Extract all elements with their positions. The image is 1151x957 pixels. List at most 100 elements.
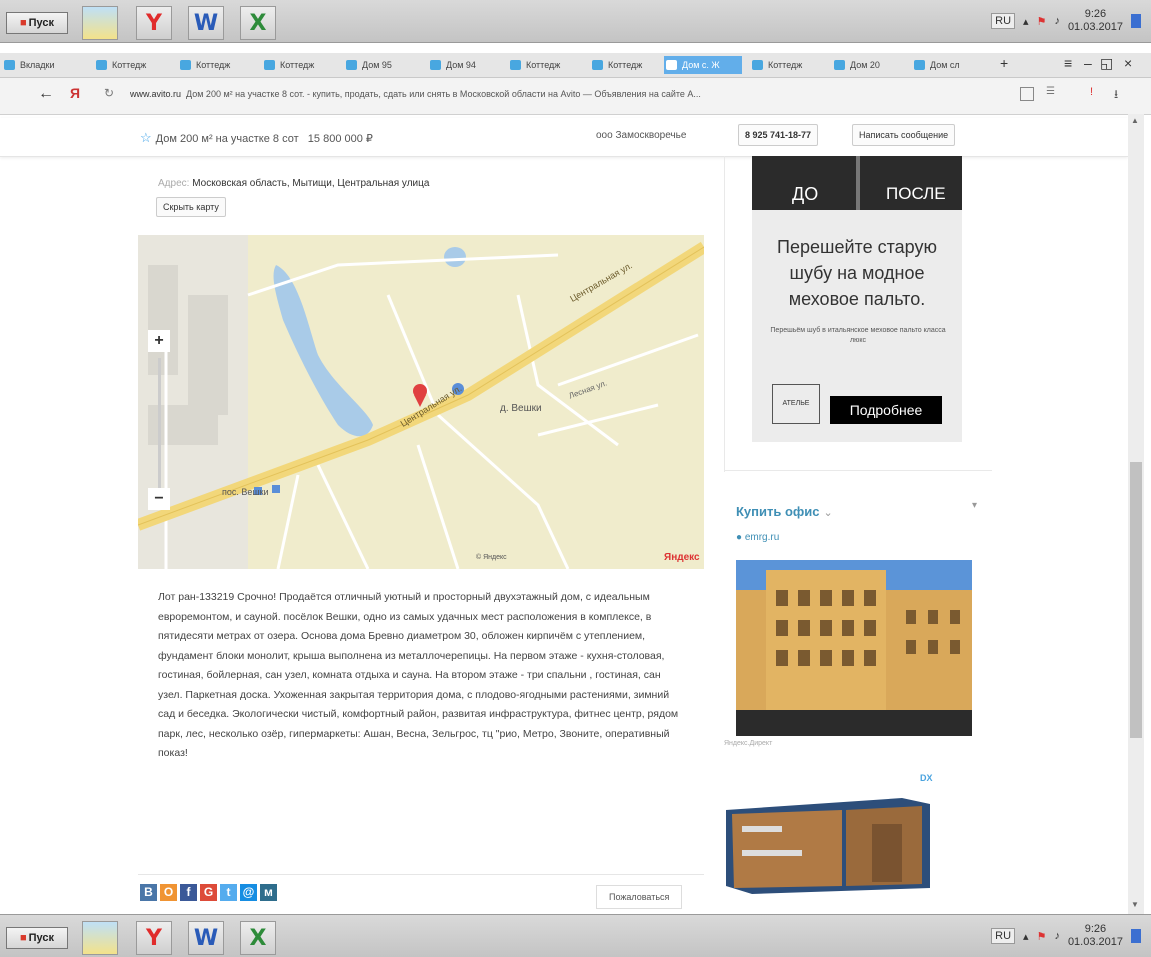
map-zoom-control: + − — [148, 330, 172, 516]
url-field[interactable]: www.avito.ru Дом 200 м² на участке 8 сот… — [130, 89, 701, 99]
fur-coat-ad[interactable]: ДО ПОСЛЕ Перешейте старую шубу на модное… — [752, 156, 962, 442]
tab-4[interactable]: Дом 95 — [344, 56, 422, 74]
container-cabin-ad[interactable] — [722, 790, 934, 894]
reader-mode-icon[interactable] — [1020, 87, 1034, 101]
tab-5[interactable]: Дом 94 — [428, 56, 506, 74]
download-icon[interactable]: ⭳ — [1114, 85, 1118, 106]
globe-icon: ● — [736, 532, 743, 543]
tab-3[interactable]: Коттедж — [262, 56, 340, 74]
taskbar-bottom: ■ Пуск Y W X RU ▴ ⚑ ♪ 9:26 01.03.2017 — [0, 914, 1151, 957]
map-village-label: пос. Вешки — [222, 487, 269, 497]
complain-button[interactable]: Пожаловаться — [596, 885, 683, 909]
map-canvas — [138, 235, 704, 569]
clock[interactable]: 9:26 01.03.2017 — [1068, 923, 1123, 949]
network-icon[interactable]: ⚑ — [1037, 15, 1047, 28]
yandex-browser-icon[interactable]: Y — [136, 921, 172, 955]
language-indicator[interactable]: RU — [991, 13, 1016, 29]
ad-source-link[interactable]: ● emrg.ru — [736, 532, 779, 543]
tab-11[interactable]: Дом сл — [912, 56, 990, 74]
windows-flag-icon: ■ — [19, 932, 27, 944]
ad-small-text: Перешьём шуб в итальянское меховое пальт… — [770, 327, 946, 344]
chevron-up-icon[interactable]: ▴ — [1023, 15, 1029, 28]
tab-10[interactable]: Дом 20 — [832, 56, 910, 74]
tab-icon — [914, 60, 925, 70]
zoom-out-button[interactable]: − — [148, 488, 170, 510]
speaker-icon[interactable]: ♪ — [1054, 15, 1060, 27]
word-icon[interactable]: W — [188, 6, 224, 40]
star-icon[interactable]: ☆ — [140, 130, 152, 145]
language-indicator[interactable]: RU — [991, 928, 1016, 944]
tab-6[interactable]: Коттедж — [508, 56, 586, 74]
container-cabin-drawing — [726, 798, 930, 894]
tab-icon — [96, 60, 107, 70]
close-icon[interactable]: × — [1124, 55, 1132, 71]
scroll-down-icon[interactable]: ▼ — [1131, 900, 1139, 909]
tab-icon — [4, 60, 15, 70]
reload-icon[interactable]: ↻ — [104, 86, 114, 100]
yandex-browser-icon[interactable]: Y — [136, 6, 172, 40]
zoom-slider[interactable] — [158, 358, 161, 488]
tab-icon — [666, 60, 677, 70]
ad-before-label: ДО — [792, 184, 819, 204]
tab-icon — [752, 60, 763, 70]
listing-title: ☆ Дом 200 м² на участке 8 сот 15 800 000 … — [140, 130, 373, 145]
ad-close-icon[interactable]: ▾ — [972, 500, 977, 511]
tab-8-active[interactable]: Дом с. Ж — [664, 56, 742, 74]
tab-icon — [834, 60, 845, 70]
vk-share-icon[interactable]: В — [140, 884, 157, 901]
excel-icon[interactable]: X — [240, 6, 276, 40]
seller-name[interactable]: ооо Замоскворечье — [596, 130, 686, 141]
clock[interactable]: 9:26 01.03.2017 — [1068, 8, 1123, 34]
scrollbar-thumb[interactable] — [1130, 462, 1142, 738]
tab-9[interactable]: Коттедж — [750, 56, 828, 74]
extension-icon[interactable]: ! — [1090, 86, 1093, 98]
system-tray: RU ▴ ⚑ ♪ 9:26 01.03.2017 — [991, 921, 1141, 951]
back-icon[interactable]: ← — [38, 85, 54, 103]
ad-headline: Перешейте старую шубу на модное меховое … — [777, 237, 937, 309]
taskbar-top: ■ Пуск Y W X RU ▴ ⚑ ♪ 9:26 01.03.2017 — [0, 0, 1151, 43]
notification-icon[interactable] — [1131, 929, 1141, 943]
office-building-image[interactable] — [736, 560, 972, 736]
scroll-up-icon[interactable]: ▲ — [1131, 116, 1139, 125]
minimize-icon[interactable]: – — [1084, 55, 1092, 71]
notification-icon[interactable] — [1131, 14, 1141, 28]
start-button[interactable]: ■ Пуск — [6, 12, 68, 34]
facebook-share-icon[interactable]: f — [180, 884, 197, 901]
new-tab-icon[interactable]: + — [1000, 55, 1008, 71]
yandex-logo-icon[interactable]: Я — [70, 85, 80, 101]
start-button[interactable]: ■ Пуск — [6, 927, 68, 949]
zoom-in-button[interactable]: + — [148, 330, 170, 352]
ad-more-button[interactable]: Подробнее — [830, 396, 942, 424]
speaker-icon[interactable]: ♪ — [1054, 930, 1060, 942]
excel-icon[interactable]: X — [240, 921, 276, 955]
tab-0[interactable]: Вкладки — [2, 56, 80, 74]
menu-icon[interactable]: ≡ — [1064, 55, 1072, 71]
hide-map-button[interactable]: Скрыть карту — [156, 197, 226, 217]
yandex-map-logo[interactable]: Яндекс — [664, 552, 700, 563]
ad-info-badge[interactable]: DX — [920, 773, 933, 783]
tab-1[interactable]: Коттедж — [94, 56, 172, 74]
bookmarks-icon[interactable]: ☰ — [1046, 86, 1055, 97]
tab-icon — [430, 60, 441, 70]
desktop-icon[interactable] — [82, 921, 118, 955]
write-message-button[interactable]: Написать сообщение — [852, 124, 956, 146]
tab-icon — [510, 60, 521, 70]
ad-office-title[interactable]: Купить офис ⌄ — [736, 504, 833, 519]
divider — [724, 156, 725, 472]
mail-share-icon[interactable]: @ — [240, 884, 257, 901]
phone-button[interactable]: 8 925 741-18-77 — [738, 124, 819, 146]
network-icon[interactable]: ⚑ — [1037, 930, 1047, 943]
word-icon[interactable]: W — [188, 921, 224, 955]
livejournal-share-icon[interactable]: м — [260, 884, 277, 901]
share-buttons: В О f G t @ м — [140, 884, 277, 901]
google-plus-share-icon[interactable]: G — [200, 884, 217, 901]
map[interactable]: Центральная ул. Центральная ул. д. Вешки… — [138, 235, 704, 569]
tab-2[interactable]: Коттедж — [178, 56, 256, 74]
twitter-share-icon[interactable]: t — [220, 884, 237, 901]
maximize-icon[interactable]: ◱ — [1100, 55, 1113, 72]
desktop-icon[interactable] — [82, 6, 118, 40]
tab-7[interactable]: Коттедж — [590, 56, 668, 74]
ok-share-icon[interactable]: О — [160, 884, 177, 901]
chevron-up-icon[interactable]: ▴ — [1023, 930, 1029, 943]
chevron-down-icon[interactable]: ⌄ — [824, 507, 833, 519]
